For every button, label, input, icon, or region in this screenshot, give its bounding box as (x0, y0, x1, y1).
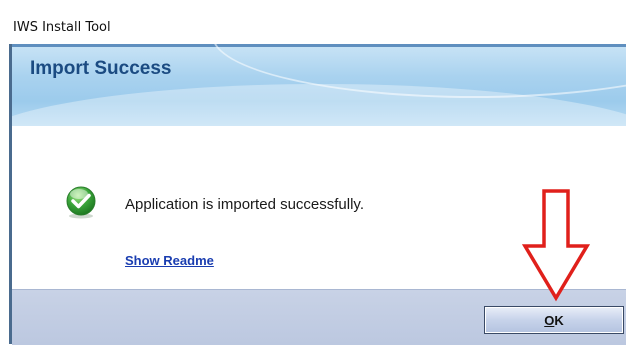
dialog-heading: Import Success (30, 58, 172, 79)
title-bar: IWS Install Tool (0, 0, 626, 44)
window-title: IWS Install Tool (13, 20, 111, 35)
status-message: Application is imported successfully. (125, 196, 364, 213)
down-arrow-icon (521, 188, 591, 302)
ok-button-label-rest: K (554, 312, 564, 328)
show-readme-link[interactable]: Show Readme (125, 253, 214, 268)
ok-button[interactable]: OK (484, 306, 624, 334)
dialog-header: Import Success (12, 44, 626, 126)
ok-button-mnemonic: O (544, 312, 555, 328)
dialog-window: IWS Install Tool Import Success Applicat… (0, 0, 626, 345)
success-check-icon (64, 185, 98, 219)
